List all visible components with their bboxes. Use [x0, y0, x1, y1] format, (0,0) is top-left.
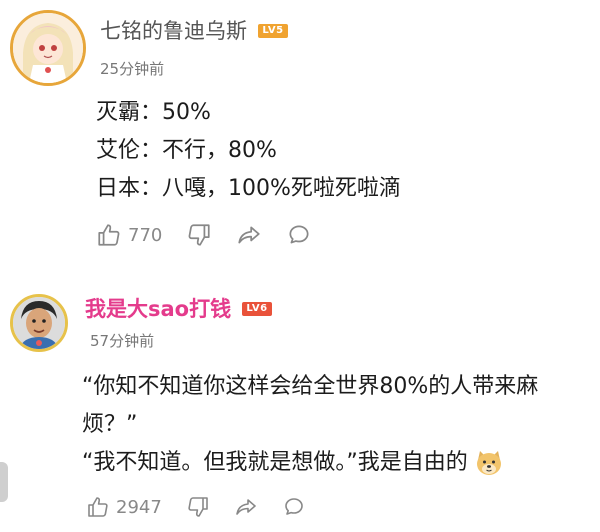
comment-line: 日本：八嘎，100%死啦死啦滴 [96, 176, 401, 201]
person-photo-avatar-icon [13, 297, 65, 349]
user-avatar[interactable] [10, 294, 68, 352]
anime-girl-avatar-icon [13, 13, 83, 83]
comment-bubble-icon [289, 225, 309, 244]
comment-text: 灭霸：50% 艾伦：不行，80% 日本：八嘎，100%死啦死啦滴 [96, 94, 401, 208]
comment-line: 灭霸：50% [96, 100, 211, 125]
share-icon [236, 499, 256, 515]
username[interactable]: 我是大sao打钱 [85, 296, 231, 322]
like-count: 2947 [116, 496, 162, 518]
like-button[interactable]: 2947 [86, 495, 162, 519]
comment-1: 七铭的鲁迪乌斯 LV5 25分钟前 灭霸：50% 艾伦：不行，80% 日本：八嘎… [0, 0, 600, 262]
username[interactable]: 七铭的鲁迪乌斯 [100, 18, 247, 44]
doge-emoji-icon [474, 448, 504, 478]
comment-actions: 770 [96, 222, 336, 248]
reply-button[interactable] [286, 222, 312, 248]
like-button[interactable]: 770 [96, 222, 162, 248]
comment-line: 艾伦：不行，80% [96, 138, 277, 163]
comment-line: “你知不知道你这样会给全世界80%的人带来麻 [82, 374, 539, 399]
like-count: 770 [128, 224, 163, 246]
level-badge: LV6 [242, 302, 272, 316]
timestamp: 57分钟前 [90, 332, 155, 350]
dislike-button[interactable] [186, 495, 210, 519]
reply-button[interactable] [282, 495, 306, 519]
edge-scroll-handle[interactable] [0, 462, 8, 502]
level-badge: LV5 [258, 24, 288, 38]
comment-2: 我是大sao打钱 LV6 57分钟前 “你知不知道你这样会给全世界80%的人带来… [0, 280, 600, 532]
comment-line-text: “我不知道。但我就是想做。”我是自由的 [82, 450, 468, 475]
comment-text: “你知不知道你这样会给全世界80%的人带来麻 烦？” “我不知道。但我就是想做。… [82, 368, 582, 482]
dislike-button[interactable] [186, 222, 212, 248]
thumbs-up-icon [88, 497, 108, 517]
timestamp: 25分钟前 [100, 60, 165, 78]
user-avatar[interactable] [10, 10, 86, 86]
comment-line: 烦？” [82, 412, 138, 437]
comment-actions: 2947 [86, 495, 330, 519]
thumbs-down-icon [188, 497, 208, 517]
thumbs-down-icon [188, 224, 210, 246]
comment-bubble-icon [285, 498, 303, 515]
thumbs-up-icon [98, 224, 120, 246]
share-button[interactable] [236, 222, 262, 248]
share-icon [238, 226, 260, 244]
comment-line-with-emoji: “我不知道。但我就是想做。”我是自由的 [82, 444, 582, 482]
share-button[interactable] [234, 495, 258, 519]
